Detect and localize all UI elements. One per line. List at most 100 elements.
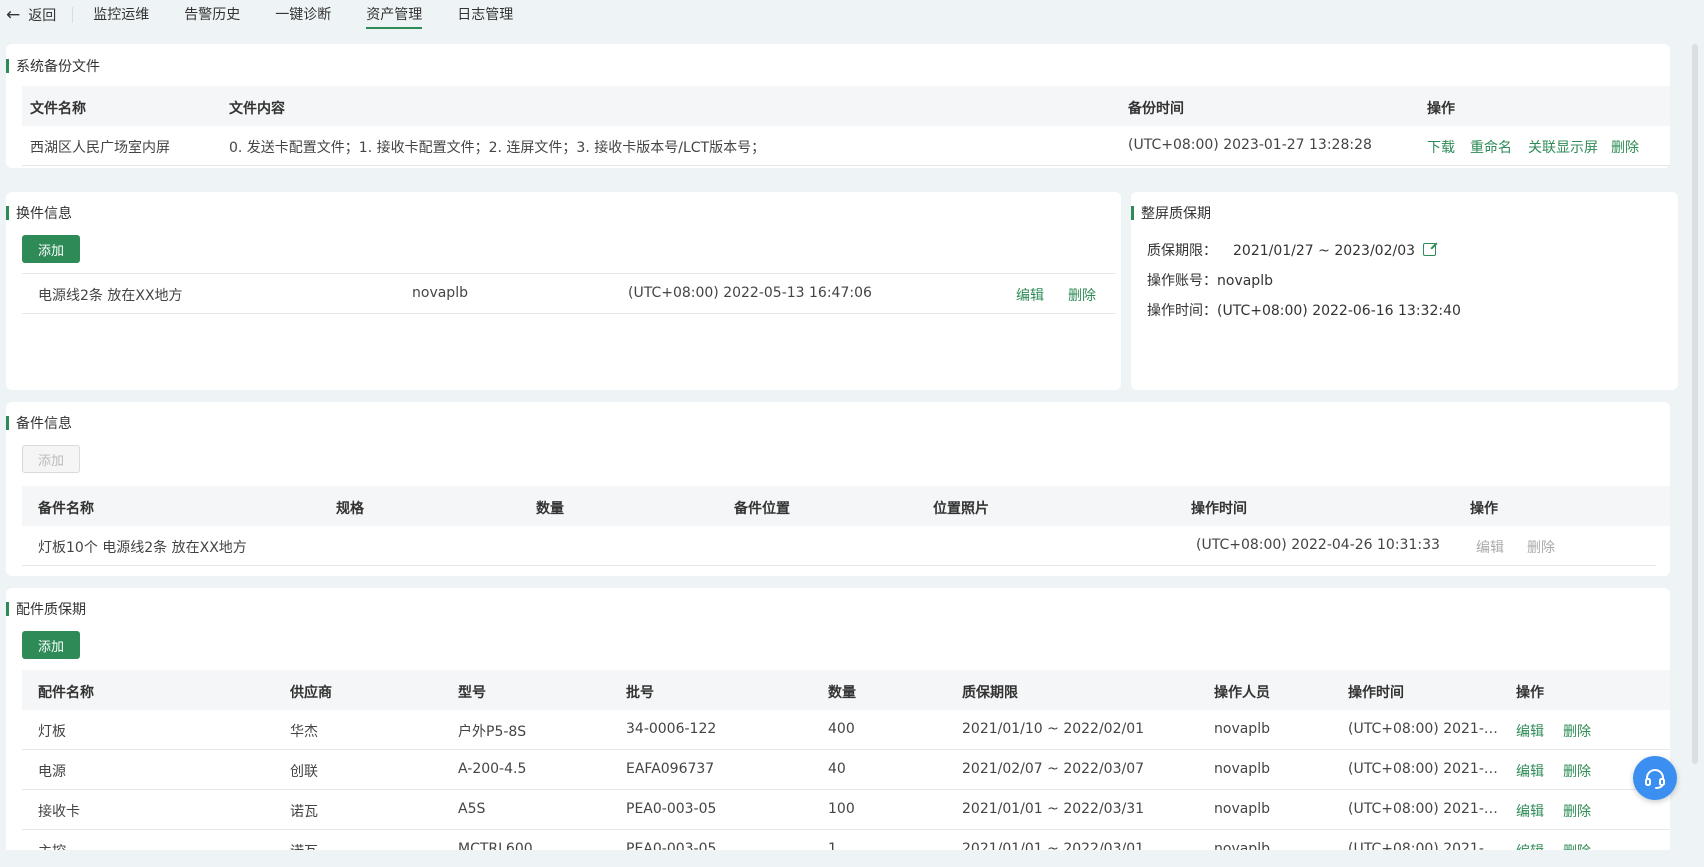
part-batch: 34-0006-122 (626, 721, 717, 737)
part-qty: 40 (828, 761, 846, 777)
part-model: 户外P5-8S (458, 724, 527, 740)
replace-user: novaplb (412, 285, 468, 301)
part-user: novaplb (1214, 801, 1270, 817)
edit-link[interactable]: 编辑 (1516, 841, 1544, 850)
col-part-name: 配件名称 (38, 685, 94, 701)
table-row: 电源 创联 A-200-4.5 EAFA096737 40 2021/02/07… (22, 750, 1670, 790)
col-qty: 数量 (828, 685, 856, 701)
parts-panel: 配件质保期 添加 配件名称 供应商 型号 批号 数量 质保期限 操作人员 操作时… (6, 588, 1670, 850)
col-file-content: 文件内容 (229, 101, 285, 117)
part-user: novaplb (1214, 721, 1270, 737)
delete-link[interactable]: 删除 (1527, 537, 1555, 557)
col-op-time: 操作时间 (1348, 685, 1404, 701)
table-row: 灯板10个 电源线2条 放在XX地方 (UTC+08:00) 2022-04-2… (22, 526, 1656, 566)
part-vendor: 诺瓦 (290, 841, 318, 850)
table-row: 电源线2条 放在XX地方 novaplb (UTC+08:00) 2022-05… (22, 273, 1116, 314)
part-model: MCTRL600 (458, 841, 533, 850)
replace-time: (UTC+08:00) 2022-05-13 16:47:06 (628, 285, 872, 301)
col-actions: 操作 (1470, 501, 1498, 517)
col-backup-time: 备份时间 (1128, 101, 1184, 117)
tab-monitor[interactable]: 监控运维 (93, 1, 149, 29)
part-period: 2021/01/01 ~ 2022/03/31 (962, 801, 1145, 817)
edit-link[interactable]: 编辑 (1476, 537, 1504, 557)
warranty-period: 质保期限： 2021/01/27 ~ 2023/02/03 (1147, 240, 1437, 260)
part-period: 2021/01/10 ~ 2022/02/01 (962, 721, 1145, 737)
rename-link[interactable]: 重命名 (1470, 137, 1512, 157)
edit-link[interactable]: 编辑 (1516, 761, 1544, 781)
edit-link[interactable]: 编辑 (1516, 721, 1544, 741)
part-time: (UTC+08:00) 2021-02-… (1348, 721, 1504, 737)
backup-table-header: 文件名称 文件内容 备份时间 操作 (22, 86, 1670, 126)
link-screen-link[interactable]: 关联显示屏 (1528, 137, 1598, 157)
spare-time: (UTC+08:00) 2022-04-26 10:31:33 (1196, 537, 1440, 553)
part-qty: 400 (828, 721, 855, 737)
spare-add-button[interactable]: 添加 (22, 445, 80, 473)
part-time: (UTC+08:00) 2021-02-… (1348, 761, 1504, 777)
part-name: 电源 (38, 764, 66, 780)
col-vendor: 供应商 (290, 685, 332, 701)
spare-table-header: 备件名称 规格 数量 备件位置 位置照片 操作时间 操作 (22, 486, 1670, 526)
tab-asset-management[interactable]: 资产管理 (366, 1, 423, 29)
download-link[interactable]: 下载 (1427, 137, 1455, 157)
file-content: 0. 发送卡配置文件；1. 接收卡配置文件；2. 连屏文件；3. 接收卡版本号/… (229, 140, 766, 156)
headset-icon (1645, 769, 1665, 789)
col-model: 型号 (458, 685, 486, 701)
backup-panel: 系统备份文件 文件名称 文件内容 备份时间 操作 西湖区人民广场室内屏 0. 发… (6, 44, 1670, 168)
col-op-time: 操作时间 (1191, 501, 1247, 517)
delete-link[interactable]: 删除 (1611, 137, 1639, 157)
col-qty: 数量 (536, 501, 564, 517)
replace-title: 换件信息 (6, 205, 72, 222)
backup-time: (UTC+08:00) 2023-01-27 13:28:28 (1128, 137, 1372, 153)
warranty-title: 整屏质保期 (1131, 205, 1211, 222)
part-user: novaplb (1214, 761, 1270, 777)
part-period: 2021/01/01 ~ 2022/03/01 (962, 841, 1145, 850)
parts-title: 配件质保期 (6, 601, 86, 618)
part-vendor: 华杰 (290, 724, 318, 740)
parts-add-button[interactable]: 添加 (22, 631, 80, 659)
tab-diagnose[interactable]: 一键诊断 (275, 1, 331, 29)
part-model: A5S (458, 801, 486, 817)
part-name: 接收卡 (38, 804, 80, 820)
delete-link[interactable]: 删除 (1068, 285, 1096, 305)
edit-icon[interactable] (1423, 243, 1437, 256)
col-location: 备件位置 (734, 501, 790, 517)
customer-service-button[interactable] (1633, 756, 1677, 800)
col-spare-name: 备件名称 (38, 501, 94, 517)
part-model: A-200-4.5 (458, 761, 527, 777)
vertical-scrollbar[interactable] (1692, 44, 1698, 764)
tab-log-management[interactable]: 日志管理 (457, 1, 513, 29)
back-button[interactable]: ← 返回 (6, 5, 74, 25)
part-qty: 100 (828, 801, 855, 817)
part-time: (UTC+08:00) 2021-02-… (1348, 841, 1504, 850)
part-qty: 1 (828, 841, 837, 850)
bottom-strip (0, 850, 1704, 867)
part-name: 主控 (38, 841, 66, 850)
delete-link[interactable]: 删除 (1563, 841, 1591, 850)
delete-link[interactable]: 删除 (1563, 761, 1591, 781)
edit-link[interactable]: 编辑 (1516, 801, 1544, 821)
screen-warranty-panel: 整屏质保期 质保期限： 2021/01/27 ~ 2023/02/03 操作账号：… (1131, 192, 1678, 390)
delete-link[interactable]: 删除 (1563, 801, 1591, 821)
part-batch: EAFA096737 (626, 761, 715, 777)
delete-link[interactable]: 删除 (1563, 721, 1591, 741)
part-vendor: 诺瓦 (290, 804, 318, 820)
part-user: novaplb (1214, 841, 1270, 850)
part-batch: PEA0-003-05 (626, 841, 717, 850)
part-name: 灯板 (38, 724, 66, 740)
replace-panel: 换件信息 添加 电源线2条 放在XX地方 novaplb (UTC+08:00)… (6, 192, 1121, 390)
back-arrow-icon: ← (6, 5, 21, 25)
spare-name: 灯板10个 电源线2条 放在XX地方 (38, 540, 247, 556)
table-row: 西湖区人民广场室内屏 0. 发送卡配置文件；1. 接收卡配置文件；2. 连屏文件… (22, 126, 1670, 166)
spare-title: 备件信息 (6, 415, 72, 432)
col-operator: 操作人员 (1214, 685, 1270, 701)
part-vendor: 创联 (290, 764, 318, 780)
parts-table-header: 配件名称 供应商 型号 批号 数量 质保期限 操作人员 操作时间 操作 (22, 670, 1670, 710)
backup-title: 系统备份文件 (6, 58, 100, 75)
file-name: 西湖区人民广场室内屏 (30, 140, 170, 156)
col-photo: 位置照片 (933, 501, 989, 517)
tab-alarm-history[interactable]: 告警历史 (184, 1, 240, 29)
edit-link[interactable]: 编辑 (1016, 285, 1044, 305)
warranty-account: 操作账号：novaplb (1147, 273, 1273, 289)
replace-add-button[interactable]: 添加 (22, 235, 80, 263)
warranty-time: 操作时间：(UTC+08:00) 2022-06-16 13:32:40 (1147, 303, 1461, 319)
